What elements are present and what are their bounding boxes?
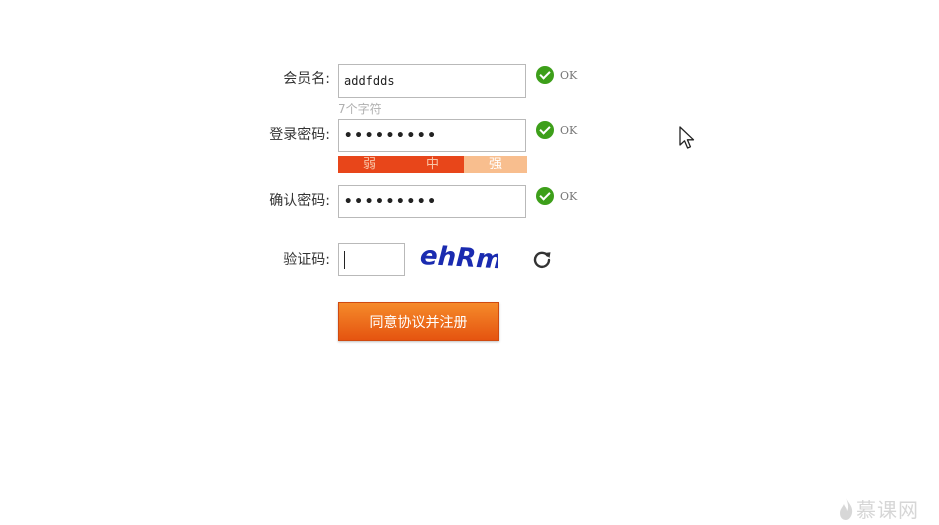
brand-watermark: 慕课网 — [838, 494, 919, 523]
confirm-password-status-text: OK — [560, 189, 578, 203]
check-circle-icon — [536, 121, 554, 139]
password-status: OK — [536, 121, 577, 139]
username-hint: 7个字符 — [338, 102, 382, 116]
brand-text: 慕课网 — [856, 498, 919, 522]
mouse-cursor-icon — [679, 126, 695, 149]
confirm-password-input[interactable]: ••••••••• — [338, 185, 526, 218]
check-circle-icon — [536, 66, 554, 84]
agree-and-register-button[interactable]: 同意协议并注册 — [338, 302, 499, 341]
strength-strong: 强 — [464, 156, 527, 173]
flame-logo-icon — [840, 497, 853, 520]
strength-medium: 中 — [401, 156, 464, 173]
password-input[interactable]: ••••••••• — [338, 119, 526, 152]
password-strength-meter: 弱 中 强 — [338, 156, 527, 173]
password-label: 登录密码: — [269, 127, 330, 143]
confirm-password-status: OK — [536, 187, 577, 205]
strength-weak: 弱 — [338, 156, 401, 173]
refresh-icon[interactable] — [532, 249, 552, 269]
check-circle-icon — [536, 187, 554, 205]
password-status-text: OK — [560, 123, 578, 137]
username-input[interactable]: addfdds — [338, 64, 526, 98]
confirm-password-value: ••••••••• — [344, 193, 438, 210]
captcha-image-text: ehRm — [419, 241, 498, 275]
captcha-image[interactable]: ehRm — [418, 240, 498, 276]
username-value: addfdds — [344, 74, 395, 88]
captcha-input[interactable] — [338, 243, 405, 276]
text-caret — [344, 250, 345, 269]
username-status-text: OK — [560, 68, 578, 82]
confirm-password-label: 确认密码: — [269, 193, 330, 209]
username-status: OK — [536, 66, 577, 84]
captcha-label: 验证码: — [283, 252, 330, 268]
password-value: ••••••••• — [344, 127, 438, 144]
registration-page: 会员名: addfdds 7个字符 OK 登录密码: ••••••••• OK … — [0, 0, 939, 525]
username-label: 会员名: — [283, 71, 330, 87]
